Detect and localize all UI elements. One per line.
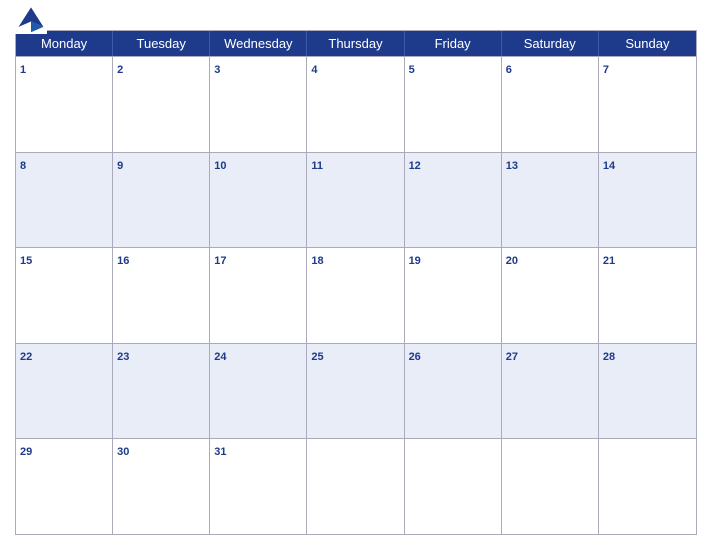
day-cell: 1	[16, 57, 113, 152]
day-cell: 8	[16, 153, 113, 248]
date-number: 6	[506, 64, 512, 76]
day-cell: 31	[210, 439, 307, 534]
week-row-4: 22 23 24 25 26 27 28	[16, 343, 696, 439]
day-cell: 21	[599, 248, 696, 343]
calendar: MondayTuesdayWednesdayThursdayFridaySatu…	[15, 30, 697, 535]
date-number: 16	[117, 255, 129, 267]
date-number: 2	[117, 64, 123, 76]
day-header-friday: Friday	[405, 31, 502, 56]
date-number: 24	[214, 351, 226, 363]
date-number: 18	[311, 255, 323, 267]
day-cell: 16	[113, 248, 210, 343]
date-number: 17	[214, 255, 226, 267]
date-number: 28	[603, 351, 615, 363]
day-cell: 5	[405, 57, 502, 152]
date-number: 14	[603, 160, 615, 172]
date-number: 9	[117, 160, 123, 172]
day-cell	[502, 439, 599, 534]
date-number: 8	[20, 160, 26, 172]
date-number: 31	[214, 446, 226, 458]
date-number: 26	[409, 351, 421, 363]
day-header-monday: Monday	[16, 31, 113, 56]
day-cell: 17	[210, 248, 307, 343]
logo-icon	[15, 2, 47, 34]
week-row-1: 1 2 3 4 5 6 7	[16, 56, 696, 152]
day-cell: 13	[502, 153, 599, 248]
day-cell: 25	[307, 344, 404, 439]
day-cell: 10	[210, 153, 307, 248]
day-cell: 26	[405, 344, 502, 439]
date-number: 3	[214, 64, 220, 76]
day-cell: 15	[16, 248, 113, 343]
date-number: 29	[20, 446, 32, 458]
date-number: 11	[311, 160, 323, 172]
day-cell: 24	[210, 344, 307, 439]
date-number: 4	[311, 64, 317, 76]
day-cell: 19	[405, 248, 502, 343]
day-cell: 3	[210, 57, 307, 152]
day-cell: 18	[307, 248, 404, 343]
date-number: 7	[603, 64, 609, 76]
date-number: 19	[409, 255, 421, 267]
day-cell: 22	[16, 344, 113, 439]
day-cell: 14	[599, 153, 696, 248]
date-number: 27	[506, 351, 518, 363]
day-cell: 29	[16, 439, 113, 534]
day-cell: 6	[502, 57, 599, 152]
date-number: 21	[603, 255, 615, 267]
date-number: 12	[409, 160, 421, 172]
date-number: 10	[214, 160, 226, 172]
day-cell: 23	[113, 344, 210, 439]
date-number: 5	[409, 64, 415, 76]
day-cell: 4	[307, 57, 404, 152]
date-number: 25	[311, 351, 323, 363]
day-header-thursday: Thursday	[307, 31, 404, 56]
calendar-header	[15, 10, 697, 24]
week-row-3: 15 16 17 18 19 20 21	[16, 247, 696, 343]
day-header-saturday: Saturday	[502, 31, 599, 56]
date-number: 13	[506, 160, 518, 172]
day-header-wednesday: Wednesday	[210, 31, 307, 56]
day-cell	[599, 439, 696, 534]
logo	[15, 2, 51, 34]
day-header-sunday: Sunday	[599, 31, 696, 56]
date-number: 22	[20, 351, 32, 363]
day-cell	[405, 439, 502, 534]
date-number: 15	[20, 255, 32, 267]
day-cell: 28	[599, 344, 696, 439]
day-cell: 20	[502, 248, 599, 343]
day-cell: 30	[113, 439, 210, 534]
day-cell: 27	[502, 344, 599, 439]
date-number: 20	[506, 255, 518, 267]
weeks-container: 1234567891011121314151617181920212223242…	[16, 56, 696, 534]
day-headers-row: MondayTuesdayWednesdayThursdayFridaySatu…	[16, 31, 696, 56]
date-number: 30	[117, 446, 129, 458]
day-cell: 12	[405, 153, 502, 248]
day-cell: 9	[113, 153, 210, 248]
week-row-5: 29 30 31	[16, 438, 696, 534]
day-header-tuesday: Tuesday	[113, 31, 210, 56]
date-number: 23	[117, 351, 129, 363]
date-number: 1	[20, 64, 26, 76]
day-cell: 2	[113, 57, 210, 152]
week-row-2: 8 9 10 11 12 13 14	[16, 152, 696, 248]
day-cell: 11	[307, 153, 404, 248]
day-cell	[307, 439, 404, 534]
day-cell: 7	[599, 57, 696, 152]
